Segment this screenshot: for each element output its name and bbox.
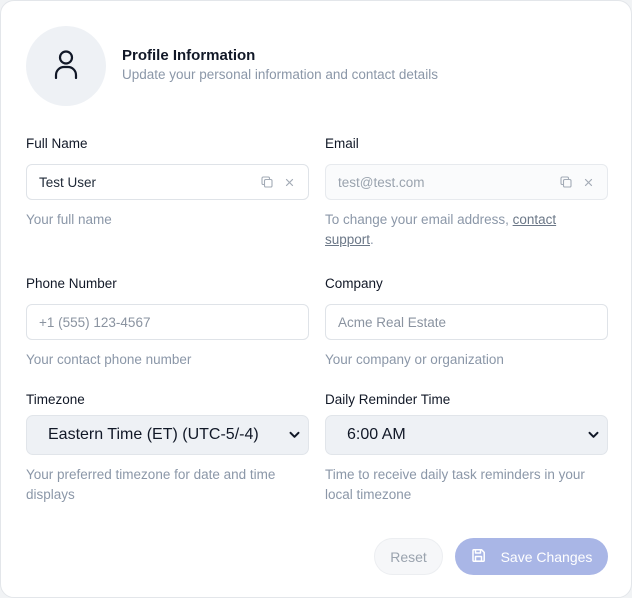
email-field: Email test@test.com To change your email…	[325, 135, 608, 250]
timezone-helper: Your preferred timezone for date and tim…	[26, 467, 276, 502]
email-value: test@test.com	[338, 174, 425, 190]
full-name-field: Full Name Test User Your full name	[26, 135, 309, 230]
chevron-down-icon[interactable]	[587, 429, 599, 441]
phone-input[interactable]: +1 (555) 123-4567	[26, 304, 309, 340]
company-helper: Your company or organization	[325, 352, 504, 367]
phone-label: Phone Number	[26, 276, 117, 291]
reset-label: Reset	[390, 548, 427, 565]
chevron-down-icon[interactable]	[288, 429, 300, 441]
timezone-value[interactable]: Eastern Time (ET) (UTC-5/-4)	[48, 426, 288, 444]
phone-helper: Your contact phone number	[26, 352, 192, 367]
reminder-value[interactable]: 6:00 AM	[347, 426, 587, 444]
profile-card: Profile Information Update your personal…	[0, 0, 632, 598]
email-label: Email	[325, 136, 359, 151]
company-field: Company Acme Real Estate Your company or…	[325, 275, 608, 370]
copy-icon[interactable]	[559, 176, 572, 189]
save-button[interactable]: Save Changes	[455, 538, 608, 575]
reminder-helper: Time to receive daily task reminders in …	[325, 467, 585, 502]
reminder-field: Daily Reminder Time 6:00 AM Time to rece…	[325, 391, 608, 505]
email-input: test@test.com	[325, 164, 608, 200]
phone-field: Phone Number +1 (555) 123-4567 Your cont…	[26, 275, 309, 370]
phone-placeholder[interactable]: +1 (555) 123-4567	[39, 315, 296, 330]
timezone-select[interactable]: Eastern Time (ET) (UTC-5/-4)	[26, 415, 309, 455]
email-helper-suffix: .	[370, 232, 374, 247]
full-name-helper: Your full name	[26, 212, 112, 227]
company-input[interactable]: Acme Real Estate	[325, 304, 608, 340]
email-helper-text: To change your email address,	[325, 212, 513, 227]
page-title: Profile Information	[122, 47, 256, 64]
copy-icon[interactable]	[260, 176, 273, 189]
full-name-input[interactable]: Test User	[26, 164, 309, 200]
timezone-field: Timezone Eastern Time (ET) (UTC-5/-4) Yo…	[26, 391, 309, 505]
user-icon	[54, 49, 78, 84]
avatar	[26, 26, 106, 106]
reminder-select[interactable]: 6:00 AM	[325, 415, 608, 455]
reminder-label: Daily Reminder Time	[325, 392, 451, 407]
full-name-label: Full Name	[26, 136, 88, 151]
clear-icon[interactable]	[283, 176, 296, 189]
clear-icon[interactable]	[582, 176, 595, 189]
save-icon	[471, 548, 486, 566]
reset-button[interactable]: Reset	[374, 538, 443, 575]
company-label: Company	[325, 276, 383, 291]
company-placeholder[interactable]: Acme Real Estate	[338, 315, 595, 330]
timezone-label: Timezone	[26, 392, 85, 407]
save-label: Save Changes	[500, 548, 593, 565]
page-subtitle: Update your personal information and con…	[122, 67, 438, 82]
email-helper: To change your email address, contact su…	[325, 210, 608, 250]
full-name-value[interactable]: Test User	[39, 175, 260, 190]
